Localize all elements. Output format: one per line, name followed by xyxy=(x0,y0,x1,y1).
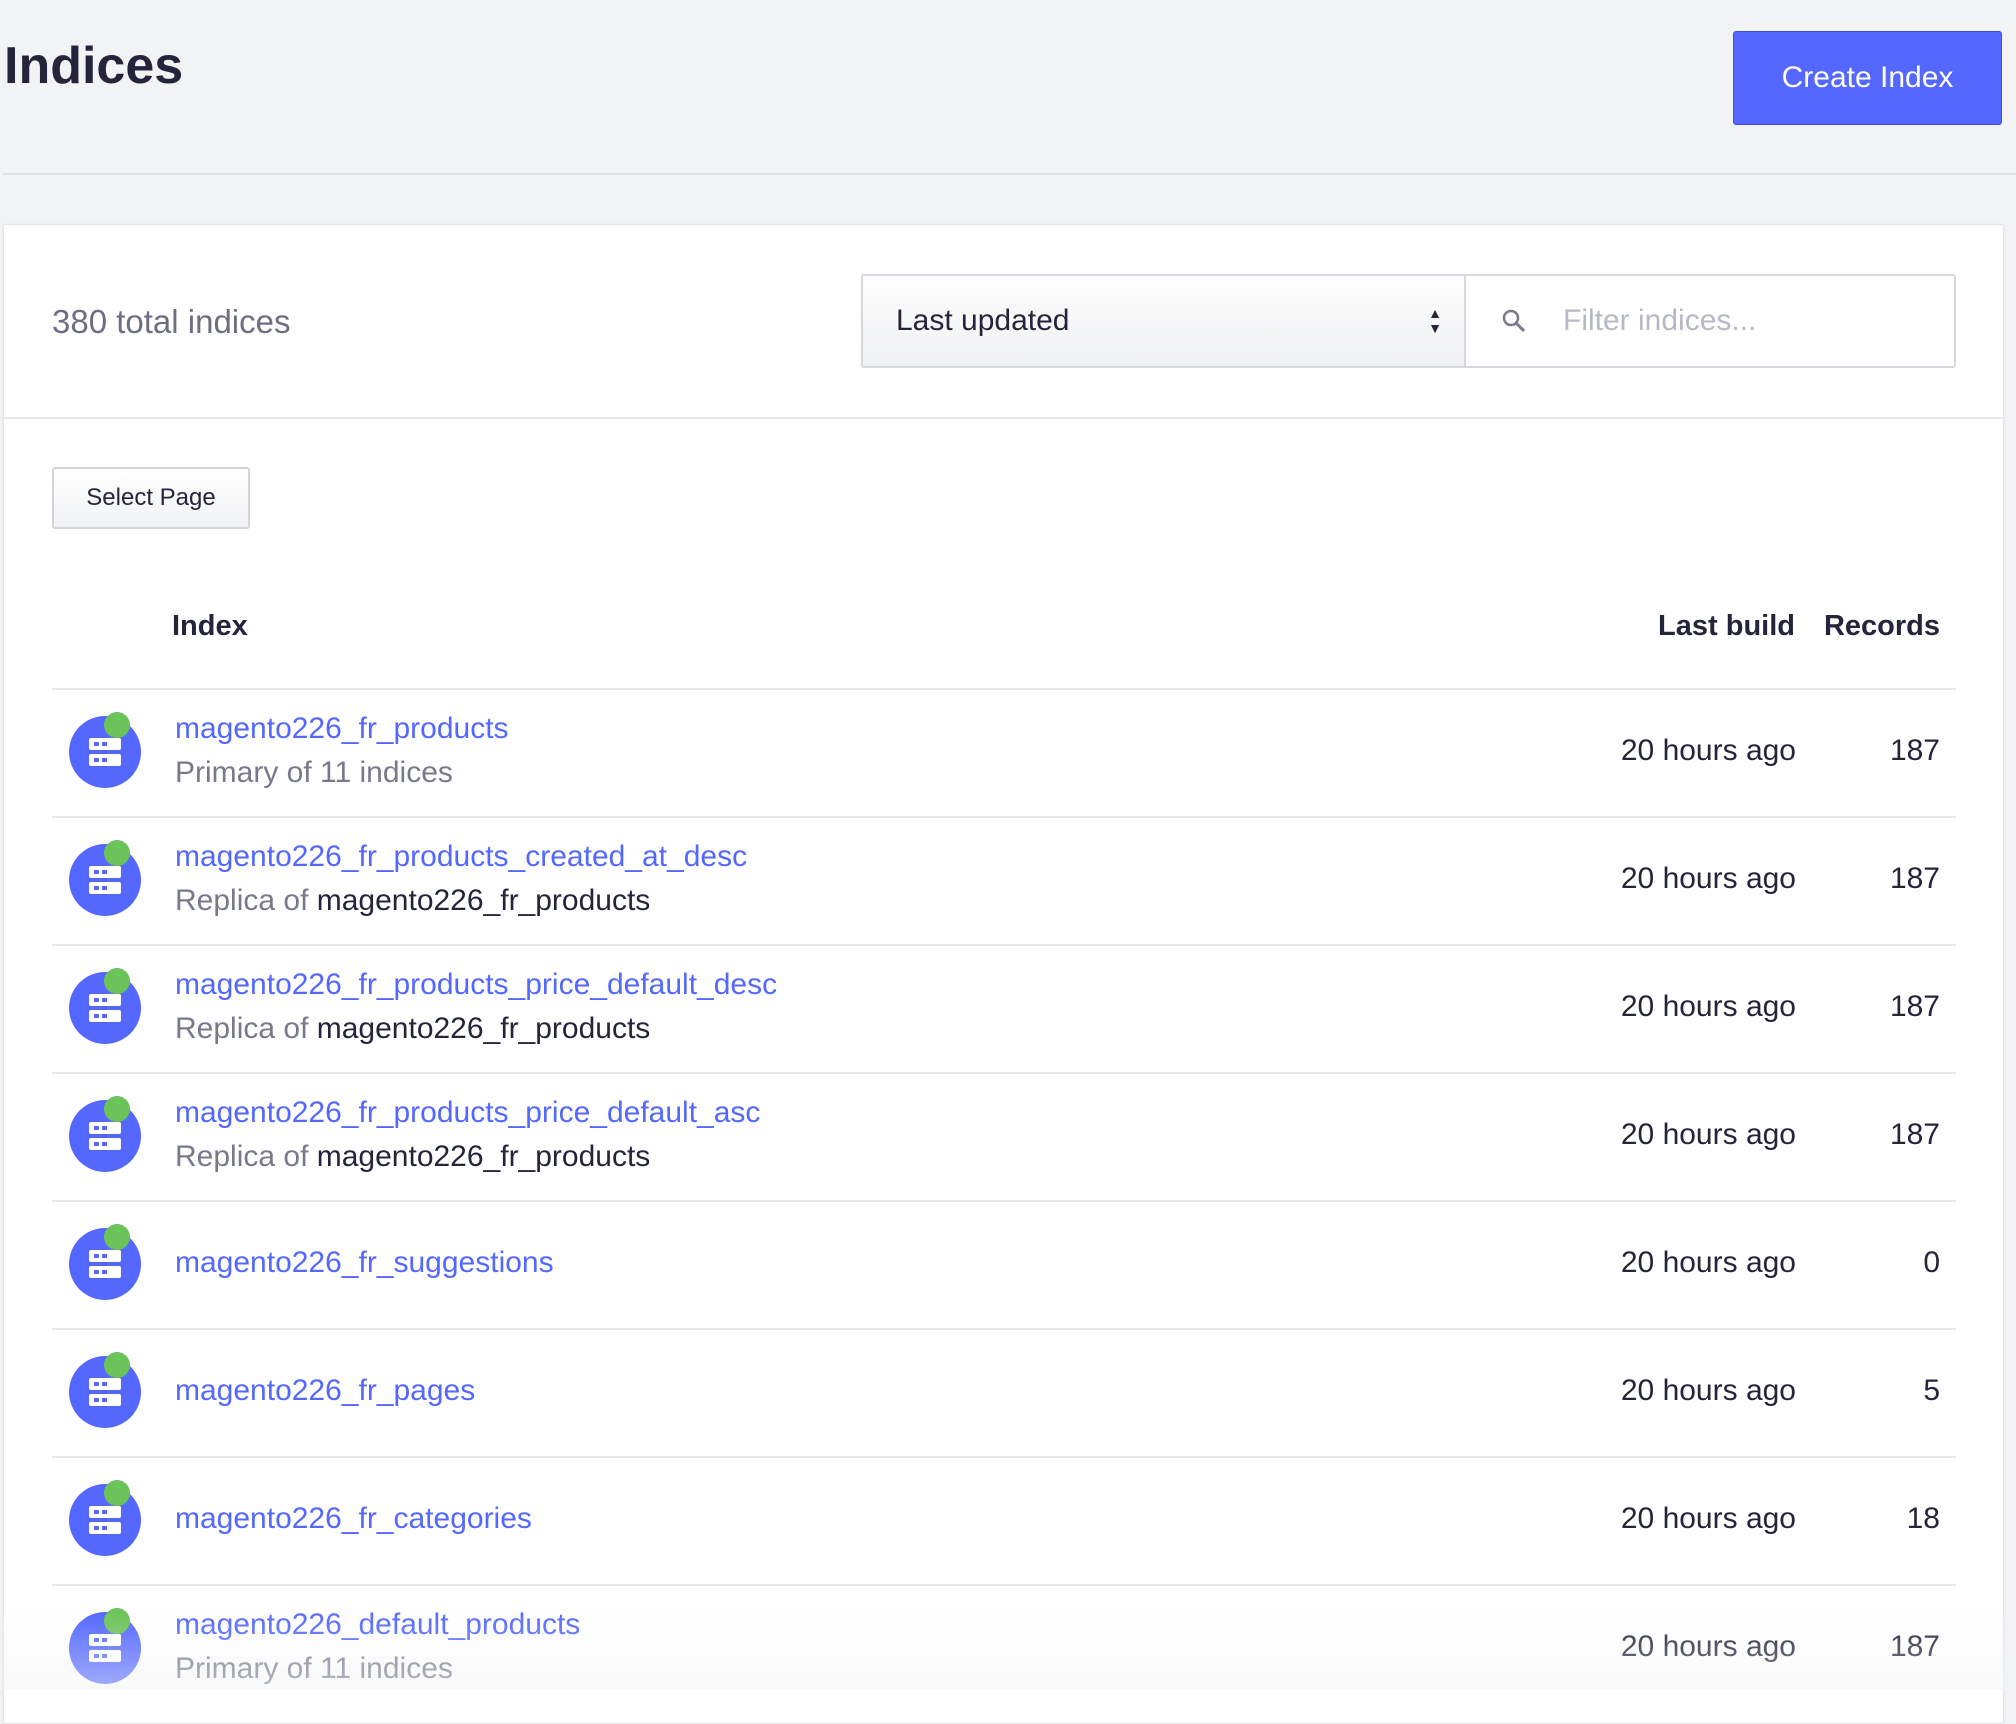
sort-arrows-icon: ▲ ▼ xyxy=(1428,305,1442,336)
total-indices-count: 380 total indices xyxy=(52,303,291,340)
column-header-records: Records xyxy=(1823,610,1940,642)
records-count: 187 xyxy=(1889,862,1940,895)
last-build: 20 hours ago xyxy=(1620,1502,1796,1535)
index-name-link[interactable]: magento226_fr_pages xyxy=(175,1374,475,1408)
select-page-button[interactable]: Select Page xyxy=(52,467,250,529)
status-online-icon xyxy=(104,968,130,994)
table-row[interactable]: magento226_fr_products_price_default_des… xyxy=(52,944,1956,1072)
index-name-link[interactable]: magento226_fr_categories xyxy=(175,1502,532,1536)
filter-field[interactable] xyxy=(1464,274,1956,368)
relation-label: Replica of xyxy=(175,1140,317,1173)
divider xyxy=(3,173,2016,175)
status-online-icon xyxy=(104,1480,130,1506)
status-online-icon xyxy=(104,1096,130,1122)
status-online-icon xyxy=(104,1352,130,1378)
filter-input[interactable] xyxy=(1563,304,1923,338)
records-count: 187 xyxy=(1889,734,1940,767)
index-name-link[interactable]: magento226_fr_suggestions xyxy=(175,1246,554,1280)
status-online-icon xyxy=(104,712,130,738)
primary-index-name: magento226_fr_products xyxy=(316,884,651,917)
index-name-link[interactable]: magento226_fr_products_created_at_desc xyxy=(175,840,747,874)
table-row[interactable]: magento226_fr_categories 20 hours ago 18 xyxy=(52,1456,1956,1584)
scroll-fade xyxy=(0,1610,2016,1690)
last-build: 20 hours ago xyxy=(1620,1246,1796,1279)
indices-table: magento226_fr_products Primary of 11 ind… xyxy=(52,688,1956,1712)
search-icon xyxy=(1502,309,1526,333)
status-online-icon xyxy=(104,840,130,866)
relation-label: Replica of xyxy=(175,884,317,917)
create-index-button[interactable]: Create Index xyxy=(1733,31,2002,125)
table-row[interactable]: magento226_fr_products Primary of 11 ind… xyxy=(52,688,1956,816)
primary-index-name: magento226_fr_products xyxy=(316,1140,651,1173)
index-relation: Replica of magento226_fr_products xyxy=(175,1012,650,1046)
index-relation: Primary of 11 indices xyxy=(175,756,453,790)
sort-select-value: Last updated xyxy=(896,304,1070,337)
column-header-index: Index xyxy=(172,610,248,642)
indices-card: 380 total indices Last updated ▲▼ Select… xyxy=(3,224,2004,1724)
last-build: 20 hours ago xyxy=(1620,1374,1796,1407)
index-name-link[interactable]: magento226_fr_products_price_default_asc xyxy=(175,1096,760,1130)
table-row[interactable]: magento226_fr_products_price_default_asc… xyxy=(52,1072,1956,1200)
index-name-link[interactable]: magento226_fr_products xyxy=(175,712,509,746)
records-count: 187 xyxy=(1889,990,1940,1023)
records-count: 18 xyxy=(1906,1502,1940,1535)
relation-label: Primary of 11 indices xyxy=(175,756,453,789)
table-row[interactable]: magento226_fr_products_created_at_desc R… xyxy=(52,816,1956,944)
divider xyxy=(4,417,2003,419)
records-count: 187 xyxy=(1889,1118,1940,1151)
sort-select[interactable]: Last updated ▲ ▼ xyxy=(861,274,1464,368)
relation-label: Replica of xyxy=(175,1012,317,1045)
index-name-link[interactable]: magento226_fr_products_price_default_des… xyxy=(175,968,777,1002)
last-build: 20 hours ago xyxy=(1620,734,1796,767)
column-header-last-build: Last build xyxy=(1658,610,1795,642)
table-row[interactable]: magento226_fr_suggestions 20 hours ago 0 xyxy=(52,1200,1956,1328)
status-online-icon xyxy=(104,1224,130,1250)
records-count: 0 xyxy=(1923,1246,1940,1279)
primary-index-name: magento226_fr_products xyxy=(316,1012,651,1045)
last-build: 20 hours ago xyxy=(1620,862,1796,895)
records-count: 5 xyxy=(1923,1374,1940,1407)
page-title: Indices xyxy=(4,37,184,95)
table-row[interactable]: magento226_fr_pages 20 hours ago 5 xyxy=(52,1328,1956,1456)
last-build: 20 hours ago xyxy=(1620,990,1796,1023)
last-build: 20 hours ago xyxy=(1620,1118,1796,1151)
index-relation: Replica of magento226_fr_products xyxy=(175,884,650,918)
index-relation: Replica of magento226_fr_products xyxy=(175,1140,650,1174)
